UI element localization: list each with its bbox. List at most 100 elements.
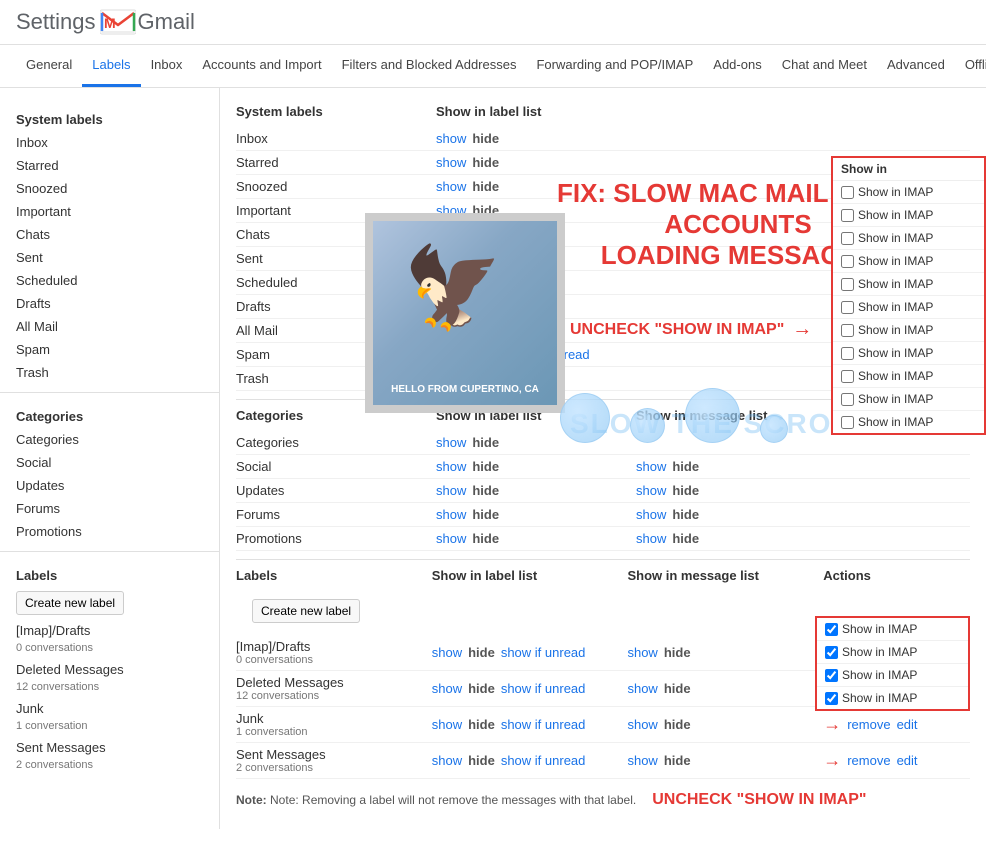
- show-link[interactable]: show: [436, 371, 466, 386]
- nav-general[interactable]: General: [16, 45, 82, 87]
- imap-checkbox-important[interactable]: [841, 255, 854, 268]
- imap-checkbox-label4[interactable]: [825, 692, 838, 705]
- remove-link[interactable]: remove: [847, 753, 890, 768]
- hide-link[interactable]: hide: [472, 251, 499, 266]
- hide-link[interactable]: hide: [672, 459, 699, 474]
- nav-forwarding[interactable]: Forwarding and POP/IMAP: [526, 45, 703, 87]
- sidebar-item-social[interactable]: Social: [0, 451, 219, 474]
- hide-link[interactable]: hide: [468, 645, 495, 660]
- remove-link[interactable]: remove: [847, 717, 890, 732]
- edit-link[interactable]: edit: [897, 753, 918, 768]
- imap-checkbox-allmail[interactable]: [841, 370, 854, 383]
- imap-checkbox-inbox[interactable]: [841, 186, 854, 199]
- show-if-unread-link[interactable]: show if unread: [501, 753, 586, 768]
- hide-link[interactable]: hide: [472, 131, 499, 146]
- imap-checkbox-snoozed[interactable]: [841, 232, 854, 245]
- sidebar-item-starred[interactable]: Starred: [0, 154, 219, 177]
- sidebar-item-spam[interactable]: Spam: [0, 338, 219, 361]
- sidebar-item-sentmsg[interactable]: Sent Messages: [0, 736, 219, 759]
- show-link[interactable]: show: [627, 645, 657, 660]
- hide-link[interactable]: hide: [472, 155, 499, 170]
- nav-offline[interactable]: Offline: [955, 45, 986, 87]
- sidebar-item-snoozed[interactable]: Snoozed: [0, 177, 219, 200]
- show-link[interactable]: show: [436, 347, 466, 362]
- hide-link[interactable]: hide: [472, 203, 499, 218]
- show-link[interactable]: show: [436, 323, 466, 338]
- hide-link[interactable]: hide: [472, 459, 499, 474]
- edit-link[interactable]: edit: [897, 717, 918, 732]
- show-link[interactable]: show: [436, 483, 466, 498]
- nav-labels[interactable]: Labels: [82, 45, 140, 87]
- imap-checkbox-label3[interactable]: [825, 669, 838, 682]
- hide-link[interactable]: hide: [672, 483, 699, 498]
- hide-link[interactable]: hide: [472, 323, 499, 338]
- show-link[interactable]: show: [636, 531, 666, 546]
- sidebar-item-drafts[interactable]: Drafts: [0, 292, 219, 315]
- show-link[interactable]: show: [436, 507, 466, 522]
- hide-link[interactable]: hide: [472, 275, 499, 290]
- hide-link[interactable]: hide: [672, 507, 699, 522]
- hide-link[interactable]: hide: [664, 681, 691, 696]
- show-link[interactable]: show: [436, 251, 466, 266]
- hide-link[interactable]: hide: [472, 435, 499, 450]
- hide-link[interactable]: hide: [472, 299, 499, 314]
- nav-chat[interactable]: Chat and Meet: [772, 45, 877, 87]
- show-link[interactable]: show: [432, 645, 462, 660]
- hide-link[interactable]: hide: [472, 179, 499, 194]
- sidebar-item-categories[interactable]: Categories: [0, 428, 219, 451]
- sidebar-item-deletedmsg[interactable]: Deleted Messages: [0, 658, 219, 681]
- show-link[interactable]: show: [436, 275, 466, 290]
- show-link[interactable]: show: [432, 681, 462, 696]
- show-link[interactable]: show: [432, 717, 462, 732]
- nav-advanced[interactable]: Advanced: [877, 45, 955, 87]
- sidebar-item-scheduled[interactable]: Scheduled: [0, 269, 219, 292]
- show-link[interactable]: show: [432, 753, 462, 768]
- create-label-button-main[interactable]: Create new label: [252, 599, 360, 623]
- hide-link[interactable]: hide: [468, 753, 495, 768]
- show-if-unread-link[interactable]: show if unread: [501, 681, 586, 696]
- sidebar-item-inbox[interactable]: Inbox: [0, 131, 219, 154]
- imap-checkbox-starred[interactable]: [841, 209, 854, 222]
- imap-checkbox-sent[interactable]: [841, 301, 854, 314]
- show-link[interactable]: show: [627, 717, 657, 732]
- imap-checkbox-label1[interactable]: [825, 623, 838, 636]
- imap-checkbox-label2[interactable]: [825, 646, 838, 659]
- sidebar-item-important[interactable]: Important: [0, 200, 219, 223]
- show-link[interactable]: show: [636, 483, 666, 498]
- show-link[interactable]: show: [436, 203, 466, 218]
- sidebar-item-sent[interactable]: Sent: [0, 246, 219, 269]
- show-if-unread-link[interactable]: show if unread: [501, 717, 586, 732]
- hide-link[interactable]: hide: [664, 645, 691, 660]
- show-link[interactable]: show: [436, 155, 466, 170]
- create-label-button[interactable]: Create new label: [16, 591, 124, 615]
- show-link[interactable]: show: [436, 435, 466, 450]
- hide-link[interactable]: hide: [664, 753, 691, 768]
- imap-checkbox-scheduled[interactable]: [841, 324, 854, 337]
- show-link[interactable]: show: [627, 753, 657, 768]
- hide-link[interactable]: hide: [664, 717, 691, 732]
- sidebar-item-forums[interactable]: Forums: [0, 497, 219, 520]
- hide-link[interactable]: hide: [468, 717, 495, 732]
- show-if-unread-link[interactable]: show if unread: [501, 645, 586, 660]
- show-link[interactable]: show: [436, 531, 466, 546]
- sidebar-item-chats[interactable]: Chats: [0, 223, 219, 246]
- show-link[interactable]: show: [436, 459, 466, 474]
- imap-checkbox-drafts[interactable]: [841, 347, 854, 360]
- nav-addons[interactable]: Add-ons: [703, 45, 771, 87]
- show-link[interactable]: show: [436, 227, 466, 242]
- sidebar-item-imapdrafts[interactable]: [Imap]/Drafts: [0, 619, 219, 642]
- sidebar-item-allmail[interactable]: All Mail: [0, 315, 219, 338]
- sidebar-item-junk[interactable]: Junk: [0, 697, 219, 720]
- sidebar-item-updates[interactable]: Updates: [0, 474, 219, 497]
- show-link[interactable]: show: [636, 459, 666, 474]
- hide-link[interactable]: hide: [472, 371, 499, 386]
- nav-accounts[interactable]: Accounts and Import: [192, 45, 331, 87]
- hide-link[interactable]: hide: [472, 483, 499, 498]
- nav-filters[interactable]: Filters and Blocked Addresses: [332, 45, 527, 87]
- show-link[interactable]: show: [636, 507, 666, 522]
- sidebar-item-promotions[interactable]: Promotions: [0, 520, 219, 543]
- imap-checkbox-chats[interactable]: [841, 278, 854, 291]
- show-if-unread-link[interactable]: show if unread: [505, 347, 590, 362]
- hide-link[interactable]: hide: [472, 531, 499, 546]
- hide-link[interactable]: hide: [472, 227, 499, 242]
